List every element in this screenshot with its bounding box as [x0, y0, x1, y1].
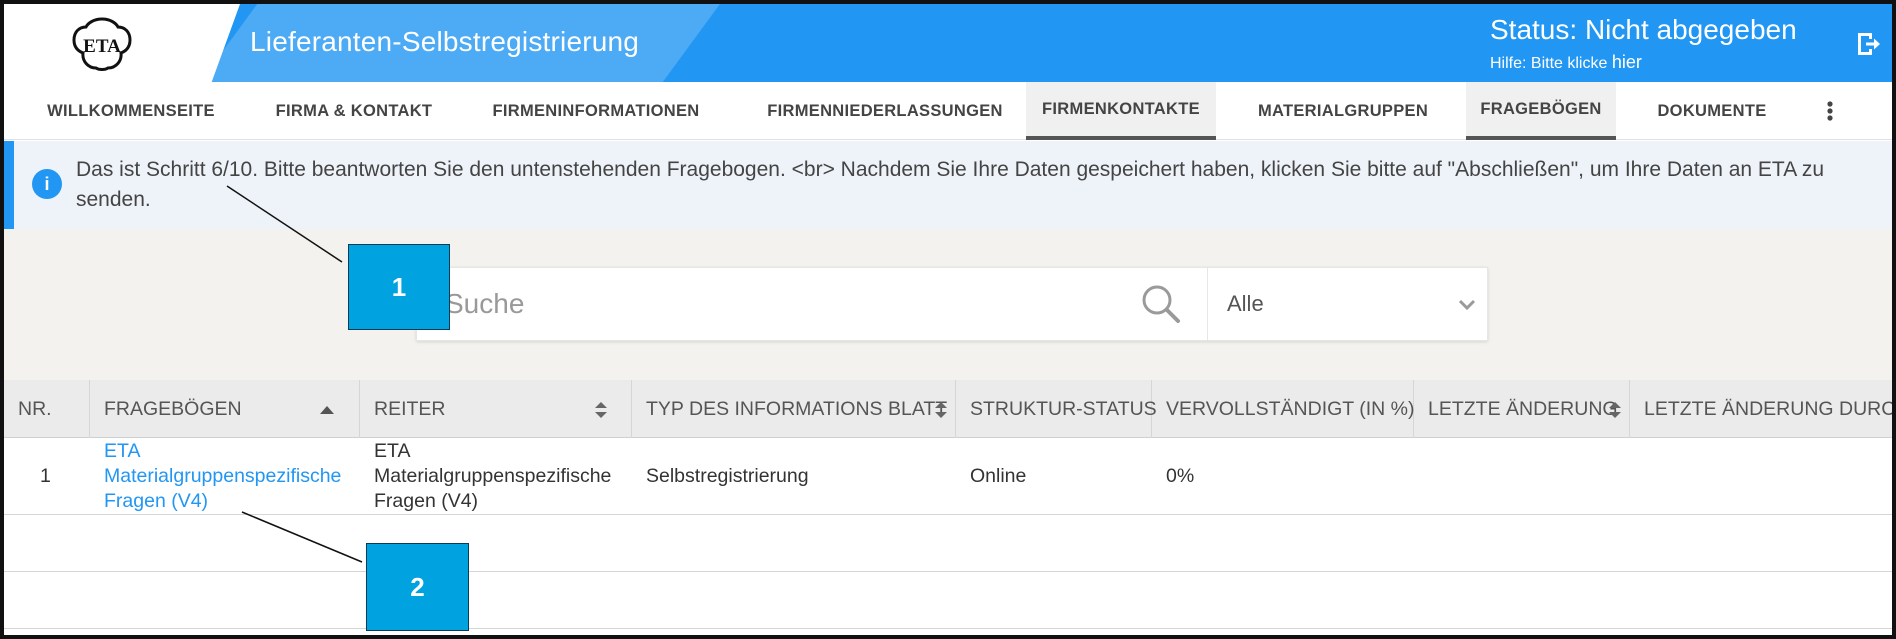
search-box: Alle — [416, 267, 1488, 341]
svg-text:ETA: ETA — [83, 36, 121, 57]
tab-frageboegen[interactable]: FRAGEBÖGEN — [1466, 82, 1616, 140]
tab-willkommenseite[interactable]: WILLKOMMENSEITE — [24, 82, 238, 140]
frageboegen-table: NR. FRAGEBÖGEN REITER TYP DES INFORMATIO… — [4, 380, 1892, 635]
cell-letzte-aenderung-durch — [1630, 438, 1892, 514]
info-icon: i — [32, 169, 62, 199]
search-input[interactable] — [417, 268, 1207, 340]
tab-firmenniederlassungen[interactable]: FIRMENNIEDERLASSUNGEN — [740, 82, 1030, 140]
more-vertical-icon[interactable] — [1816, 96, 1844, 126]
table-header: NR. FRAGEBÖGEN REITER TYP DES INFORMATIO… — [4, 380, 1892, 438]
info-banner: i Das ist Schritt 6/10. Bitte beantworte… — [4, 141, 1892, 229]
column-header-reiter[interactable]: REITER — [360, 380, 632, 438]
sort-ascending-icon[interactable] — [318, 400, 336, 420]
sort-icon[interactable] — [592, 400, 610, 420]
help-text: Hilfe: Bitte klicke hier — [1490, 52, 1642, 73]
tab-firma-kontakt[interactable]: FIRMA & KONTAKT — [254, 82, 454, 140]
table-row-empty — [4, 515, 1892, 572]
logout-icon[interactable] — [1854, 30, 1882, 58]
table-row-empty — [4, 572, 1892, 629]
filter-select[interactable]: Alle — [1209, 268, 1487, 340]
cell-reiter: ETA Materialgruppenspezifische Fragen (V… — [374, 439, 612, 512]
callout-1: 1 — [348, 244, 450, 330]
cell-vervollstaendigt: 0% — [1166, 464, 1195, 487]
app-header: ETA Lieferanten-Selbstregistrierung Stat… — [4, 4, 1892, 82]
column-header-vervollstaendigt[interactable]: VERVOLLSTÄNDIGT (IN %) — [1152, 380, 1415, 438]
tab-firmeninformationen[interactable]: FIRMENINFORMATIONEN — [474, 82, 718, 140]
sort-icon[interactable] — [1606, 400, 1624, 420]
cell-letzte-aenderung — [1414, 438, 1630, 514]
column-header-letzte-aenderung[interactable]: LETZTE ÄNDERUNG — [1414, 380, 1630, 438]
search-icon[interactable] — [1139, 282, 1183, 326]
search-divider — [1207, 268, 1208, 340]
cell-nr: 1 — [40, 464, 51, 487]
column-header-frageboegen[interactable]: FRAGEBÖGEN — [90, 380, 360, 438]
app-title: Lieferanten-Selbstregistrierung — [250, 26, 640, 57]
tab-firmenkontakte[interactable]: FIRMENKONTAKTE — [1026, 82, 1216, 140]
status-text: Status: Nicht abgegeben — [1490, 14, 1797, 45]
logo-area: ETA — [4, 4, 240, 82]
table-row: 1 ETA Materialgruppenspezifische Fragen … — [4, 438, 1892, 515]
sort-icon[interactable] — [932, 400, 950, 420]
search-area: Alle — [4, 229, 1892, 380]
help-prefix: Hilfe: Bitte klicke — [1490, 55, 1612, 72]
app-window: ETA Lieferanten-Selbstregistrierung Stat… — [0, 0, 1896, 639]
questionnaire-link[interactable]: ETA Materialgruppenspezifische Fragen (V… — [90, 438, 360, 514]
help-link[interactable]: hier — [1612, 52, 1642, 72]
chevron-down-icon[interactable] — [1457, 294, 1477, 314]
filter-value: Alle — [1227, 291, 1264, 316]
cell-typ: Selbstregistrierung — [646, 464, 809, 487]
info-text: Das ist Schritt 6/10. Bitte beantworten … — [76, 158, 1825, 211]
column-header-struktur-status[interactable]: STRUKTUR-STATUS — [956, 380, 1157, 438]
column-header-letzte-aenderung-durch[interactable]: LETZTE ÄNDERUNG DURCH — [1630, 380, 1892, 438]
eta-logo-icon: ETA — [72, 17, 132, 71]
tab-dokumente[interactable]: DOKUMENTE — [1634, 82, 1790, 140]
column-header-typ[interactable]: TYP DES INFORMATIONS BLATT — [632, 380, 956, 438]
cell-status: Online — [970, 464, 1027, 487]
column-header-nr[interactable]: NR. — [4, 380, 90, 438]
main-nav: WILLKOMMENSEITE FIRMA & KONTAKT FIRMENIN… — [4, 82, 1892, 140]
tab-materialgruppen[interactable]: MATERIALGRUPPEN — [1240, 82, 1446, 140]
callout-2: 2 — [366, 543, 469, 631]
